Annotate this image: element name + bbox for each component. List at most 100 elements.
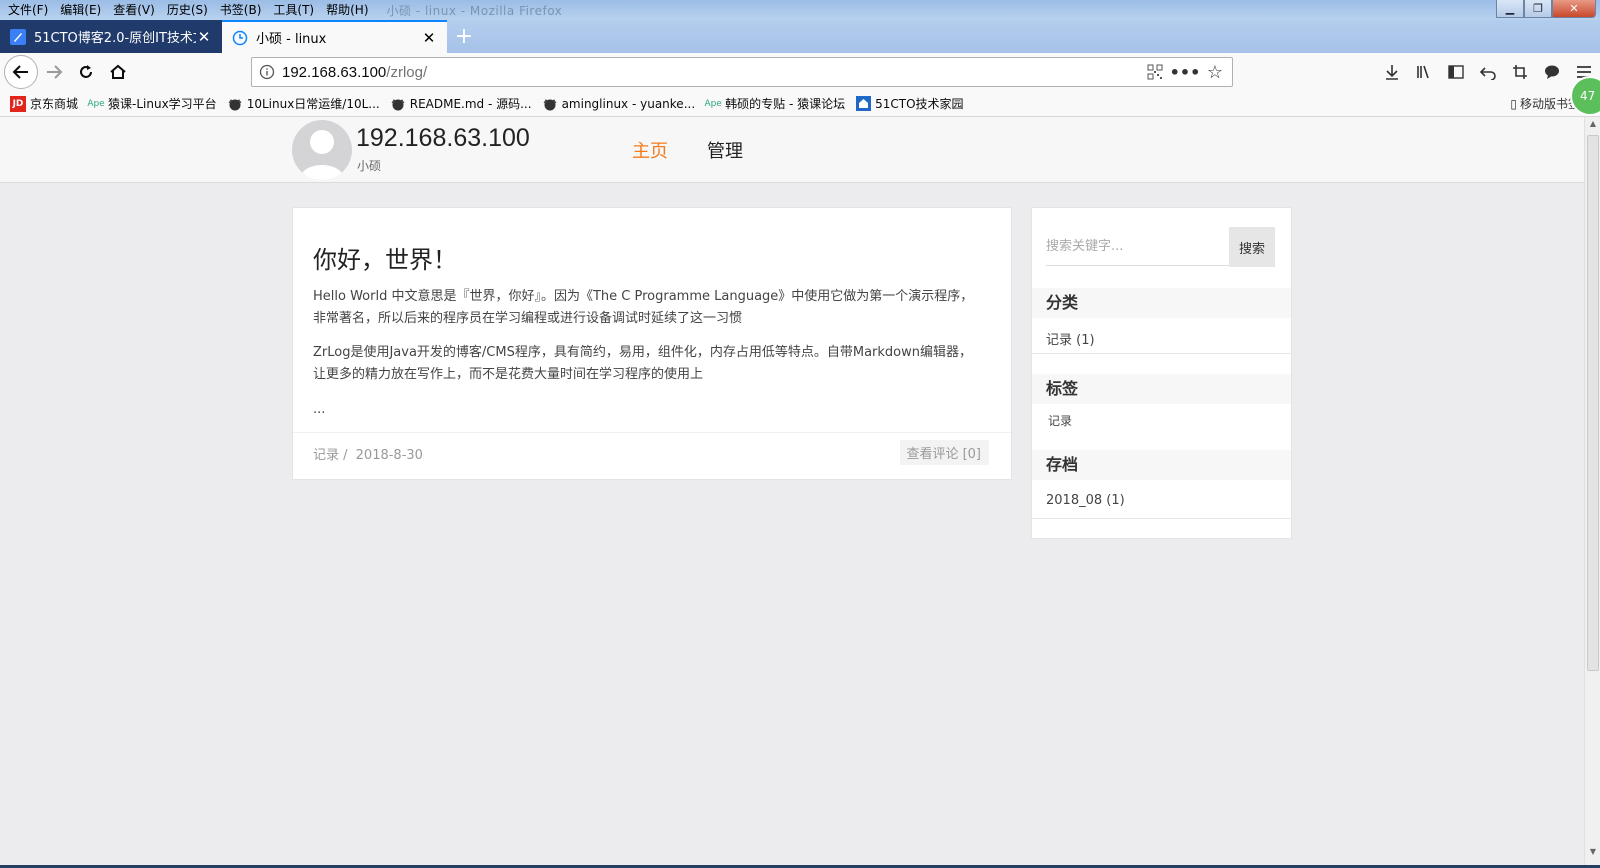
user-avatar-icon	[300, 130, 344, 180]
view-comments-link[interactable]: 查看评论 [0]	[900, 440, 989, 465]
bookmark-10linux[interactable]: 10Linux日常运维/10L...	[227, 95, 380, 112]
sidebar-toggle-icon[interactable]	[1440, 56, 1472, 88]
menu-bookmarks[interactable]: 书签(B)	[214, 0, 268, 20]
back-arrow-icon	[12, 65, 28, 79]
reload-button[interactable]	[70, 56, 102, 88]
post-meta: 记录 / 2018-8-30	[313, 444, 423, 463]
tab-title: 51CTO博客2.0-原创IT技术文章	[34, 31, 196, 46]
menu-view[interactable]: 查看(V)	[107, 0, 161, 20]
bookmark-readme[interactable]: README.md - 源码...	[390, 95, 532, 112]
close-tab-icon[interactable]: ✕	[421, 29, 437, 47]
site-subtitle: 小硕	[357, 159, 382, 173]
post-title[interactable]: 你好，世界！	[313, 240, 457, 275]
github-logo-icon	[227, 96, 243, 112]
menu-bar: 文件(F) 编辑(E) 查看(V) 历史(S) 书签(B) 工具(T) 帮助(H…	[0, 0, 375, 20]
back-button[interactable]	[4, 55, 38, 89]
mobile-phone-icon: ▯	[1510, 96, 1517, 111]
tab-strip: 51CTO博客2.0-原创IT技术文章 ✕ 小硕 - linux ✕ +	[0, 20, 1600, 53]
bookmark-label: 10Linux日常运维/10L...	[246, 97, 380, 111]
jd-logo-icon: JD	[10, 95, 26, 112]
downloads-icon[interactable]	[1376, 56, 1408, 88]
site-header: 192.168.63.100 小硕 主页 管理	[0, 117, 1584, 183]
search-button[interactable]: 搜索	[1229, 227, 1275, 267]
window-titlebar: 文件(F) 编辑(E) 查看(V) 历史(S) 书签(B) 工具(T) 帮助(H…	[0, 0, 1600, 20]
menu-tools[interactable]: 工具(T)	[267, 0, 320, 20]
tag-heading: 标签	[1032, 374, 1291, 404]
screenshot-crop-icon[interactable]	[1504, 56, 1536, 88]
menu-file[interactable]: 文件(F)	[2, 0, 54, 20]
qr-code-icon[interactable]	[1144, 62, 1166, 82]
menu-history[interactable]: 历史(S)	[161, 0, 214, 20]
close-window-button[interactable]: ✕	[1552, 0, 1596, 18]
tab-current[interactable]: 小硕 - linux ✕	[222, 20, 447, 53]
loading-clock-icon	[232, 30, 248, 46]
forward-arrow-icon	[47, 65, 63, 79]
reload-icon	[80, 65, 92, 78]
bookmark-51cto[interactable]: 51CTO技术家园	[855, 95, 964, 112]
home-icon	[110, 64, 126, 79]
post-paragraph: Hello World 中文意思是『世界，你好』。因为《The C Progra…	[313, 289, 974, 326]
category-item[interactable]: 记录 (1)	[1046, 329, 1095, 348]
new-tab-button[interactable]: +	[447, 20, 481, 53]
nav-home-link[interactable]: 主页	[632, 137, 668, 163]
page-viewport: 192.168.63.100 小硕 主页 管理 你好，世界！ Hello Wor…	[0, 117, 1584, 865]
bookmark-jd[interactable]: JD 京东商城	[10, 95, 78, 112]
sidebar: 搜索 分类 记录 (1) 标签 记录 存档 2018_08 (1)	[1031, 207, 1292, 539]
chat-bubble-icon[interactable]	[1536, 56, 1568, 88]
post-date: 2018-8-30	[355, 448, 423, 463]
url-bar[interactable]: 192.168.63.100/zrlog/ ••• ☆	[251, 57, 1233, 87]
divider	[293, 432, 1011, 433]
scrollbar-thumb[interactable]	[1587, 135, 1599, 671]
navigation-toolbar: 192.168.63.100/zrlog/ ••• ☆	[0, 53, 1600, 91]
bookmark-label: README.md - 源码...	[409, 97, 532, 111]
ape-logo-icon: Ape	[87, 98, 105, 109]
bookmark-label: 京东商城	[30, 97, 79, 111]
url-path: /zrlog/	[386, 63, 428, 81]
divider	[1032, 518, 1291, 519]
github-logo-icon	[542, 96, 558, 112]
avatar[interactable]	[292, 120, 352, 180]
page-actions-icon[interactable]: •••	[1170, 62, 1201, 82]
51cto-favicon-icon	[10, 28, 26, 45]
undo-icon[interactable]	[1472, 56, 1504, 88]
bookmarks-bar: JD 京东商城 Ape 猿课-Linux学习平台 10Linux日常运维/10L…	[0, 91, 1600, 117]
scroll-down-icon[interactable]: ▼	[1588, 847, 1598, 857]
nav-admin-link[interactable]: 管理	[707, 137, 743, 163]
search-input[interactable]	[1046, 228, 1230, 266]
home-button[interactable]	[102, 56, 134, 88]
window-controls: ▁ ❐ ✕	[1496, 0, 1596, 18]
bookmark-label: 51CTO技术家园	[875, 97, 964, 111]
archive-item[interactable]: 2018_08 (1)	[1046, 493, 1125, 508]
restore-button[interactable]: ❐	[1524, 0, 1552, 18]
bookmark-aminglinux[interactable]: aminglinux - yuanke...	[542, 96, 696, 112]
github-logo-icon	[390, 96, 406, 112]
url-host: 192.168.63.100	[282, 63, 387, 81]
post-card: 你好，世界！ Hello World 中文意思是『世界，你好』。因为《The C…	[292, 207, 1012, 480]
bookmark-label: 韩硕的专贴 - 猿课论坛	[725, 97, 846, 111]
bookmark-apelearn[interactable]: Ape 猿课-Linux学习平台	[87, 95, 217, 112]
divider	[1032, 353, 1291, 354]
site-title[interactable]: 192.168.63.100	[356, 124, 530, 153]
tag-item[interactable]: 记录	[1048, 412, 1072, 429]
site-info-icon[interactable]	[252, 64, 282, 80]
url-text[interactable]: 192.168.63.100/zrlog/	[282, 64, 427, 81]
post-category-link[interactable]: 记录 /	[313, 448, 348, 463]
minimize-button[interactable]: ▁	[1496, 0, 1524, 18]
menu-help[interactable]: 帮助(H)	[320, 0, 374, 20]
tab-title: 小硕 - linux	[256, 32, 327, 47]
close-tab-icon[interactable]: ✕	[196, 28, 212, 46]
ape-logo-icon: Ape	[704, 98, 722, 109]
51cto-home-icon	[855, 96, 871, 112]
bookmark-label: 猿课-Linux学习平台	[108, 97, 217, 111]
forward-button[interactable]	[38, 56, 70, 88]
archive-heading: 存档	[1032, 450, 1291, 480]
bookmark-star-icon[interactable]: ☆	[1204, 62, 1226, 83]
bookmark-label: aminglinux - yuanke...	[561, 96, 696, 111]
vertical-scrollbar[interactable]: ▲ ▼	[1584, 117, 1600, 865]
tab-51cto[interactable]: 51CTO博客2.0-原创IT技术文章 ✕	[0, 20, 222, 53]
menu-edit[interactable]: 编辑(E)	[54, 0, 107, 20]
library-icon[interactable]	[1408, 56, 1440, 88]
category-heading: 分类	[1032, 288, 1291, 318]
bookmark-hanshuo[interactable]: Ape 韩硕的专贴 - 猿课论坛	[704, 95, 846, 112]
scroll-up-icon[interactable]: ▲	[1588, 119, 1598, 129]
